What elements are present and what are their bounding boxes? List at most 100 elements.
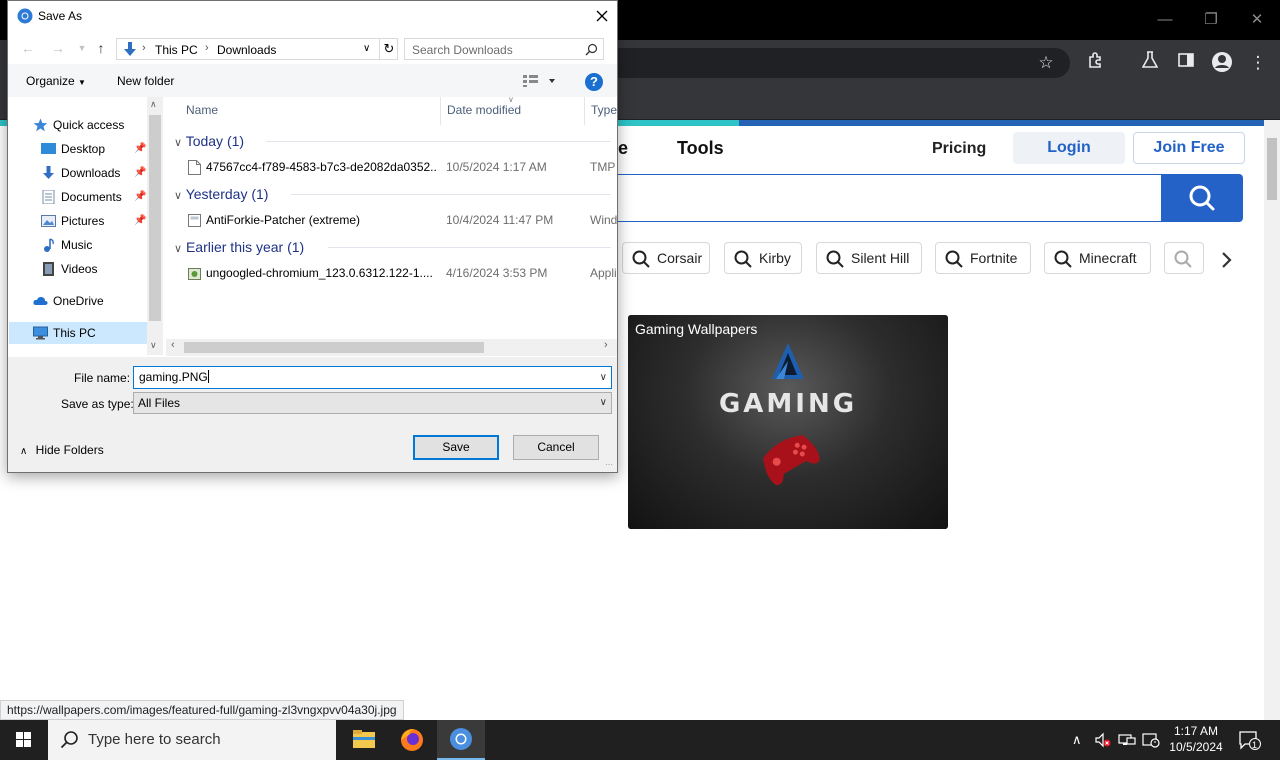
tree-item-videos[interactable]: Videos [43, 258, 97, 280]
taskbar: Type here to search ∧ 1:17 AM 10/5/2024 … [0, 720, 1280, 760]
page-scrollbar-thumb[interactable] [1267, 138, 1277, 200]
minimize-icon[interactable]: — [1142, 6, 1188, 34]
tree-item-onedrive[interactable]: OneDrive [33, 290, 104, 312]
group-label: Yesterday (1) [185, 186, 269, 202]
close-icon[interactable] [591, 5, 613, 27]
file-type: Wind [590, 213, 617, 227]
tree-label: OneDrive [53, 294, 104, 308]
folder-search-input[interactable]: Search Downloads [404, 38, 604, 60]
chromium-taskbar-icon[interactable] [437, 720, 485, 760]
wallpaper-card[interactable]: GAMING Gaming Wallpapers [628, 315, 948, 529]
tree-item-pictures[interactable]: Pictures [41, 210, 104, 232]
forward-arrow-icon[interactable]: → [51, 40, 65, 56]
breadcrumb-downloads[interactable]: Downloads [217, 43, 276, 57]
tray-clock[interactable]: 1:17 AM 10/5/2024 [1168, 723, 1224, 755]
wallpaper-search-input[interactable] [560, 174, 1162, 222]
restore-icon[interactable]: ❐ [1188, 6, 1234, 34]
menu-kebab-icon[interactable]: ⋮ [1246, 51, 1270, 75]
address-dropdown-icon[interactable]: ∨ [363, 43, 370, 54]
group-header-yesterday[interactable]: ∨ Yesterday (1) [174, 184, 268, 204]
nav-pricing-link[interactable]: Pricing [932, 140, 986, 158]
column-divider[interactable] [440, 97, 441, 125]
chip-partial[interactable] [1164, 242, 1204, 274]
hide-folders-button[interactable]: ∧ Hide Folders [20, 443, 104, 457]
tree-item-quick-access[interactable]: Quick access [33, 114, 125, 136]
chip-kirby[interactable]: Kirby [724, 242, 802, 274]
chip-silent-hill[interactable]: Silent Hill [816, 242, 922, 274]
chevron-right-icon[interactable] [1212, 246, 1240, 274]
tree-label: Quick access [53, 118, 125, 132]
help-icon[interactable]: ? [585, 73, 603, 91]
chip-corsair[interactable]: Corsair [622, 242, 710, 274]
chevron-left-icon[interactable]: ‹ [171, 339, 175, 351]
bookmark-star-icon[interactable]: ☆ [1034, 51, 1058, 75]
tree-item-this-pc[interactable]: This PC [33, 322, 96, 344]
group-header-earlier-this-year[interactable]: ∨ Earlier this year (1) [174, 237, 304, 257]
breadcrumb-this-pc[interactable]: This PC [155, 43, 198, 57]
firefox-icon[interactable] [388, 720, 436, 760]
notification-center-icon[interactable]: 1 [1238, 730, 1262, 755]
tree-item-desktop[interactable]: Desktop [41, 138, 105, 160]
search-icon [826, 250, 844, 268]
back-arrow-icon[interactable]: ← [21, 40, 35, 56]
tree-scrollbar[interactable]: ∧ ∨ [147, 97, 163, 355]
group-header-today[interactable]: ∨ Today (1) [174, 131, 244, 151]
organize-menu-button[interactable]: Organize ▼ [26, 74, 86, 88]
chip-minecraft[interactable]: Minecraft [1044, 242, 1151, 274]
organize-label: Organize [26, 74, 75, 88]
new-folder-button[interactable]: New folder [117, 74, 174, 88]
volume-muted-icon[interactable] [1094, 731, 1112, 754]
network-icon[interactable] [1118, 731, 1136, 754]
resize-grip-icon[interactable]: ⋯ [605, 460, 613, 469]
file-list-hscrollbar[interactable]: ‹ › [166, 339, 617, 356]
side-panel-icon[interactable] [1174, 51, 1198, 75]
taskbar-search-box[interactable]: Type here to search [48, 720, 336, 760]
up-arrow-icon[interactable]: ↑ [94, 40, 108, 56]
chevron-right-icon[interactable]: › [604, 339, 608, 351]
file-row[interactable]: ungoogled-chromium_123.0.6312.122-1.... … [166, 262, 617, 284]
login-button[interactable]: Login [1013, 132, 1125, 164]
refresh-icon[interactable]: ↻ [379, 39, 398, 59]
chip-label: Kirby [759, 250, 791, 266]
chevron-down-icon: ∨ [174, 137, 183, 149]
chevron-up-icon[interactable]: ∧ [150, 99, 157, 110]
join-free-button[interactable]: Join Free [1133, 132, 1245, 164]
labs-flask-icon[interactable] [1138, 51, 1162, 75]
clock-sync-icon[interactable] [1142, 731, 1160, 754]
file-row[interactable]: AntiForkie-Patcher (extreme) 10/4/2024 1… [166, 209, 617, 231]
cancel-button[interactable]: Cancel [513, 435, 599, 460]
tray-chevron-up-icon[interactable]: ∧ [1072, 731, 1082, 749]
file-row[interactable]: 47567cc4-f789-4583-b7c3-de2082da0352....… [166, 156, 617, 178]
save-as-type-select[interactable]: All Files ∨ [133, 392, 612, 414]
file-name-input[interactable]: gaming.PNG ∨ [133, 366, 612, 389]
recent-locations-chevron-icon[interactable]: ▼ [75, 40, 89, 56]
save-button[interactable]: Save [413, 435, 499, 460]
column-header-date-modified[interactable]: Date modified [447, 103, 521, 117]
address-bar[interactable] [560, 48, 1070, 78]
hscrollbar-thumb[interactable] [184, 342, 484, 353]
tree-item-downloads[interactable]: Downloads [43, 162, 120, 184]
chevron-down-icon[interactable]: ∨ [150, 340, 157, 351]
tree-item-documents[interactable]: Documents [42, 186, 122, 208]
chip-fortnite[interactable]: Fortnite [935, 242, 1031, 274]
window-close-icon[interactable]: ✕ [1234, 6, 1280, 34]
file-explorer-icon[interactable] [340, 720, 388, 760]
cloud-icon [33, 296, 48, 305]
wallpaper-search-button[interactable] [1161, 174, 1243, 222]
chevron-down-icon[interactable]: ∨ [600, 367, 607, 388]
pin-icon: 📌 [134, 167, 147, 178]
tree-item-music[interactable]: Music [44, 234, 92, 256]
windows-start-icon[interactable] [0, 720, 48, 760]
column-divider[interactable] [584, 97, 585, 125]
column-header-name[interactable]: Name [186, 103, 218, 117]
view-options-icon[interactable] [522, 74, 558, 91]
folder-tree-pane: Quick access Desktop 📌 Downloads 📌 Docum… [8, 97, 164, 355]
profile-avatar-icon[interactable] [1210, 51, 1234, 75]
column-header-type[interactable]: Type [591, 103, 617, 117]
nav-tools-link[interactable]: Tools [677, 138, 724, 159]
page-scrollbar[interactable] [1264, 120, 1280, 720]
extensions-icon[interactable] [1084, 51, 1108, 75]
tree-scrollbar-thumb[interactable] [149, 115, 161, 321]
folder-address-bar[interactable]: › This PC › Downloads ∨ ↻ [116, 38, 398, 60]
sort-chevron-icon: ∨ [508, 97, 514, 104]
